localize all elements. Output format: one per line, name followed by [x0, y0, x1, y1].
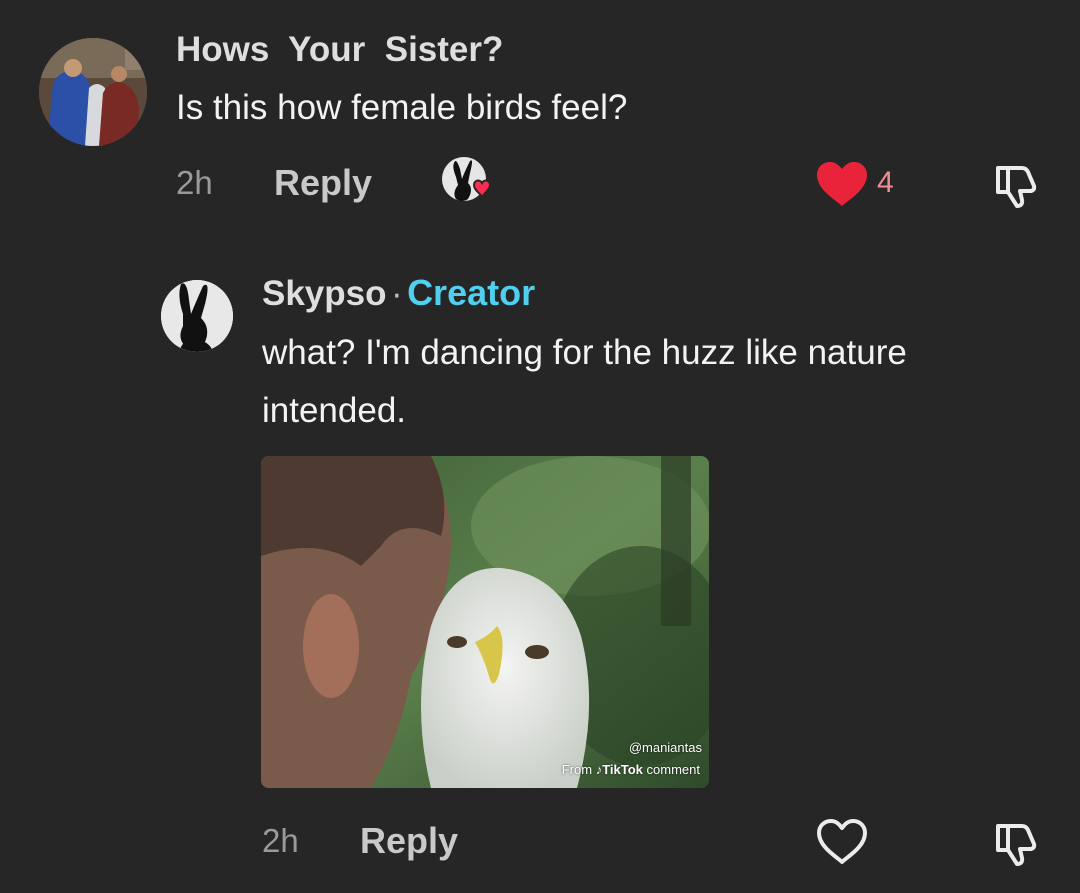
reply-header: Skypso · Creator	[262, 272, 535, 314]
like-button[interactable]	[815, 160, 869, 208]
heart-filled-icon	[817, 162, 867, 206]
reply-button[interactable]: Reply	[274, 162, 372, 204]
reply-timestamp: 2h	[262, 822, 299, 859]
gif-watermark: From ♪TikTok comment	[562, 762, 700, 777]
like-count: 4	[877, 166, 894, 199]
creator-avatar-icon	[442, 157, 492, 201]
dislike-button[interactable]	[988, 160, 1038, 210]
thumbs-down-icon	[996, 824, 1037, 866]
reply-gif[interactable]: @maniantas From ♪TikTok comment	[261, 456, 709, 788]
reply-reply-button[interactable]: Reply	[360, 820, 458, 862]
separator-dot: ·	[390, 274, 403, 313]
commenter-avatar[interactable]	[39, 38, 147, 146]
reply-like-button[interactable]	[816, 818, 868, 866]
reply-username[interactable]: Skypso	[262, 274, 387, 313]
creator-badge: Creator	[407, 272, 536, 313]
comment-timestamp: 2h	[176, 164, 213, 201]
comment-text: Is this how female birds feel?	[176, 88, 628, 127]
gif-watermark-from: From	[561, 762, 593, 777]
gif-frame-image	[261, 456, 709, 788]
avatar-photo	[39, 38, 147, 146]
creator-avatar[interactable]	[161, 280, 233, 352]
commenter-username[interactable]: Hows Your Sister?	[176, 30, 503, 70]
gif-watermark-handle: @maniantas	[628, 740, 702, 755]
heart-outline-icon	[817, 819, 867, 864]
gif-watermark-brand: TikTok	[602, 762, 643, 777]
thumbs-down-icon	[996, 166, 1037, 208]
bunny-silhouette-icon	[161, 280, 233, 352]
reply-dislike-button[interactable]	[988, 818, 1038, 868]
reply-text: what? I'm dancing for the huzz like natu…	[262, 333, 907, 430]
liked-by-creator-badge	[440, 153, 500, 207]
gif-watermark-suffix: comment	[646, 762, 700, 777]
